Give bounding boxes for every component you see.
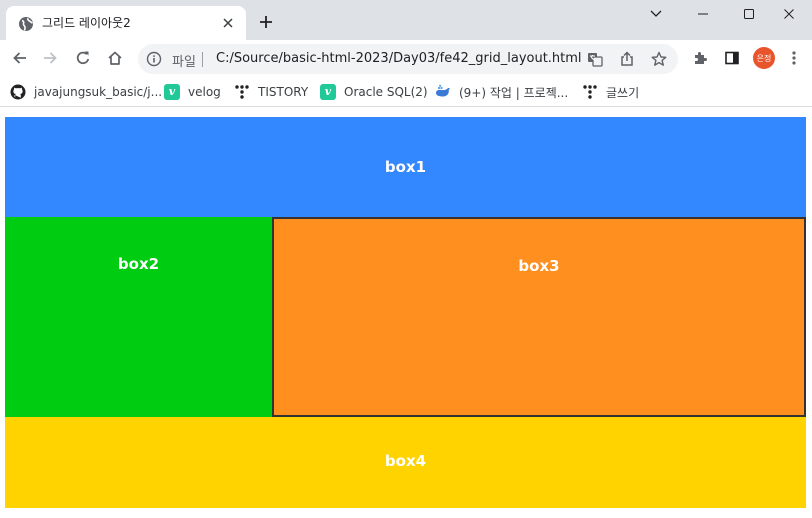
- bookmarks-bar: javajungsuk_basic/j... v velog TISTORY v…: [0, 77, 812, 107]
- profile-avatar[interactable]: 은정: [753, 47, 775, 69]
- box2: box2: [5, 217, 272, 417]
- translate-icon[interactable]: [587, 51, 603, 67]
- forward-button[interactable]: [38, 46, 62, 70]
- velog-icon: v: [320, 84, 336, 100]
- bookmark-item[interactable]: javajungsuk_basic/j...: [10, 82, 162, 102]
- page-content: box1 box2 box3 box4: [5, 117, 806, 508]
- tab-title: 그리드 레이아웃2: [42, 16, 131, 30]
- bookmark-label: (9+) 작업 | 프로젝...: [459, 85, 569, 100]
- new-tab-button[interactable]: [256, 12, 276, 32]
- bookmark-item[interactable]: v Oracle SQL(2): [320, 82, 428, 102]
- url-text[interactable]: C:/Source/basic-html-2023/Day03/fe42_gri…: [216, 51, 582, 66]
- close-window-icon[interactable]: [766, 0, 812, 28]
- omnibox-divider: [202, 52, 203, 67]
- bookmark-item[interactable]: TISTORY: [234, 82, 308, 102]
- grid-container: box1 box2 box3 box4: [5, 117, 806, 508]
- velog-icon: v: [164, 84, 180, 100]
- menu-icon[interactable]: [782, 46, 806, 70]
- address-bar[interactable]: 파일 C:/Source/basic-html-2023/Day03/fe42_…: [138, 44, 678, 74]
- box3: box3: [272, 217, 806, 417]
- share-icon[interactable]: [619, 51, 635, 67]
- extensions-icon[interactable]: [688, 46, 712, 70]
- bookmark-item[interactable]: (9+) 작업 | 프로젝...: [435, 82, 568, 102]
- side-panel-icon[interactable]: [720, 46, 744, 70]
- bookmark-label: velog: [188, 85, 221, 99]
- tab-search-icon[interactable]: [633, 0, 679, 28]
- box4: box4: [5, 417, 806, 508]
- github-icon: [10, 84, 26, 100]
- info-icon[interactable]: [146, 51, 162, 67]
- tistory-icon: [234, 84, 250, 100]
- tab-strip: 그리드 레이아웃2: [0, 0, 812, 40]
- globe-icon: [18, 16, 34, 32]
- browser-toolbar: 파일 C:/Source/basic-html-2023/Day03/fe42_…: [0, 40, 812, 77]
- whale-icon: [435, 84, 451, 100]
- tistory-icon: [582, 84, 598, 100]
- back-button[interactable]: [8, 46, 32, 70]
- reload-button[interactable]: [71, 46, 95, 70]
- box1: box1: [5, 117, 806, 217]
- bookmark-label: Oracle SQL(2): [344, 85, 428, 99]
- minimize-icon[interactable]: [680, 0, 726, 28]
- bookmark-star-icon[interactable]: [651, 51, 667, 67]
- bookmark-label: javajungsuk_basic/j...: [34, 85, 163, 99]
- bookmark-item[interactable]: 글쓰기: [582, 82, 639, 102]
- browser-tab[interactable]: 그리드 레이아웃2: [6, 6, 246, 40]
- bookmark-label: TISTORY: [258, 85, 309, 99]
- bookmark-label: 글쓰기: [606, 85, 640, 100]
- close-tab-icon[interactable]: [220, 15, 236, 31]
- home-button[interactable]: [103, 46, 127, 70]
- scheme-label: 파일: [172, 55, 196, 70]
- bookmark-item[interactable]: v velog: [164, 82, 221, 102]
